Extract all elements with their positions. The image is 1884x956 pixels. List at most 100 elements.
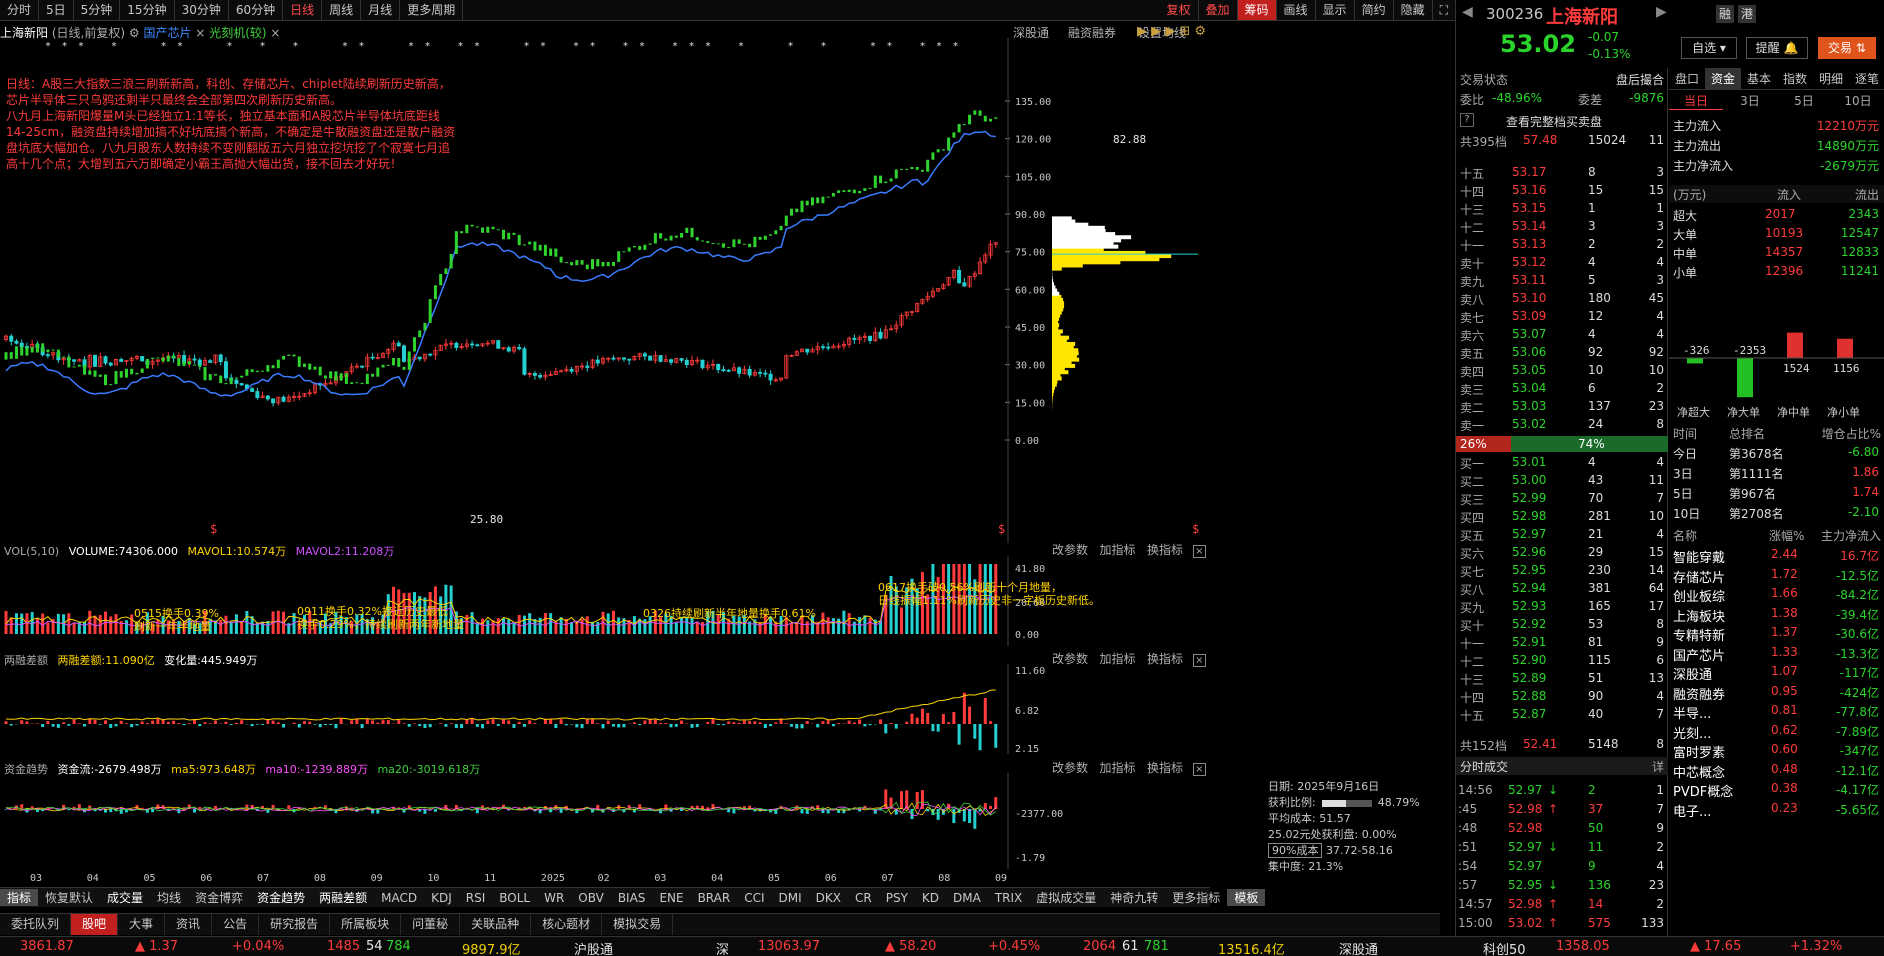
bid-row[interactable]: 十三 52.89 51 13	[1456, 670, 1668, 688]
ask-row[interactable]: 十二 53.14 3 3	[1456, 218, 1668, 236]
indicator-tab[interactable]: MACD	[374, 891, 424, 905]
period-fenshi[interactable]: 分时	[0, 0, 40, 20]
next-stock-icon[interactable]: ▶	[1656, 4, 1667, 20]
hgt-label[interactable]: 沪股通	[574, 939, 613, 956]
indicator-tab[interactable]: KD	[915, 891, 946, 905]
period-15min[interactable]: 15分钟	[120, 0, 175, 20]
full-book-link[interactable]: 查看完整档买卖盘	[1506, 113, 1602, 130]
cost-range-select[interactable]: 90%成本	[1268, 843, 1323, 858]
ask-row[interactable]: 十一 53.13 2 2	[1456, 236, 1668, 254]
period-weekly[interactable]: 周线	[322, 0, 362, 20]
prev-stock-icon[interactable]: ◀	[1462, 4, 1473, 20]
indicator-tab[interactable]: 恢复默认	[38, 889, 100, 906]
bid-row[interactable]: 十五 52.87 40 7	[1456, 706, 1668, 724]
bottom-tab[interactable]: 委托队列	[0, 914, 72, 935]
fuquan-button[interactable]: 复权	[1159, 0, 1199, 20]
bid-row[interactable]: 十一 52.91 81 9	[1456, 634, 1668, 652]
period-5day[interactable]: 5日	[39, 0, 74, 20]
bid-row[interactable]: 十四 52.88 90 4	[1456, 688, 1668, 706]
period-30min[interactable]: 30分钟	[175, 0, 229, 20]
indicator-tab[interactable]: BRAR	[691, 891, 738, 905]
draw-button[interactable]: 画线	[1277, 0, 1316, 20]
bottom-tab[interactable]: 关联品种	[460, 914, 532, 935]
edit-params-link[interactable]: 改参数	[1052, 543, 1088, 557]
sector-row[interactable]: 电子... 0.23 -5.65亿	[1669, 800, 1884, 820]
fund-trend-panel[interactable]: -2377.00 -1.79	[0, 773, 1268, 869]
period-more[interactable]: 更多周期	[400, 0, 464, 20]
ask-row[interactable]: 卖十 53.12 4 4	[1456, 254, 1668, 272]
sector-row[interactable]: 上海板块 1.38 -39.4亿	[1669, 605, 1884, 625]
bottom-tab[interactable]: 核心题材	[531, 914, 603, 935]
sector-row[interactable]: 创业板综 1.66 -84.2亿	[1669, 585, 1884, 605]
bottom-tab[interactable]: 资讯	[165, 914, 213, 935]
fund-tab[interactable]: 逐笔	[1849, 68, 1884, 89]
ask-row[interactable]: 卖五 53.06 92 92	[1456, 344, 1668, 362]
add-indicator-link[interactable]: 加指标	[1099, 543, 1135, 557]
sector-row[interactable]: 专精特新 1.37 -30.6亿	[1669, 624, 1884, 644]
trade-button[interactable]: 交易 ⇅	[1818, 37, 1876, 59]
indicator-tab[interactable]: DMI	[772, 891, 809, 905]
bid-row[interactable]: 买九 52.93 165 17	[1456, 598, 1668, 616]
ask-row[interactable]: 卖三 53.04 6 2	[1456, 380, 1668, 398]
indicator-tab[interactable]: DMA	[946, 891, 988, 905]
bid-row[interactable]: 买五 52.97 21 4	[1456, 526, 1668, 544]
sector-row[interactable]: 智能穿戴 2.44 16.7亿	[1669, 546, 1884, 566]
indicator-tab[interactable]: BOLL	[492, 891, 537, 905]
indicator-tab[interactable]: KDJ	[424, 891, 459, 905]
ask-row[interactable]: 卖四 53.05 10 10	[1456, 362, 1668, 380]
bid-row[interactable]: 买十 52.92 53 8	[1456, 616, 1668, 634]
simple-button[interactable]: 简约	[1355, 0, 1394, 20]
indicator-tab[interactable]: 模板	[1227, 889, 1266, 906]
fund-tab[interactable]: 资金	[1705, 68, 1741, 89]
expand-icon[interactable]: ⛶	[1433, 0, 1455, 20]
ask-row[interactable]: 卖六 53.07 4 4	[1456, 326, 1668, 344]
fund-period-tab[interactable]: 10日	[1831, 92, 1884, 110]
indicator-tab[interactable]: PSY	[879, 891, 915, 905]
sgt-label[interactable]: 深股通	[1339, 939, 1378, 956]
ask-row[interactable]: 十四 53.16 15 15	[1456, 182, 1668, 200]
indicator-tab[interactable]: CR	[848, 891, 879, 905]
chart-tool-icons[interactable]: ▶ ▶ ▶ ⊞ ⚙	[1137, 24, 1206, 39]
bottom-tab[interactable]: 大事	[118, 914, 166, 935]
sector-row[interactable]: 融资融券 0.95 -424亿	[1669, 683, 1884, 703]
sector-row[interactable]: 富时罗素 0.60 -347亿	[1669, 741, 1884, 761]
bid-row[interactable]: 买六 52.96 29 15	[1456, 544, 1668, 562]
remind-button[interactable]: 提醒 🔔	[1746, 37, 1808, 59]
chips-button[interactable]: 筹码	[1237, 0, 1277, 20]
bid-row[interactable]: 买三 52.99 70 7	[1456, 490, 1668, 508]
indicator-tab[interactable]: 成交量	[100, 889, 150, 906]
period-5min[interactable]: 5分钟	[74, 0, 121, 20]
sector-row[interactable]: 半导... 0.81 -77.8亿	[1669, 702, 1884, 722]
fund-tab[interactable]: 基本	[1741, 68, 1777, 89]
indicator-tab[interactable]: RSI	[459, 891, 493, 905]
fund-period-tab[interactable]: 3日	[1723, 92, 1777, 110]
bottom-tab[interactable]: 问董秘	[401, 914, 461, 935]
ask-row[interactable]: 卖二 53.03 137 23	[1456, 398, 1668, 416]
sector-row[interactable]: 存储芯片 1.72 -12.5亿	[1669, 566, 1884, 586]
indicator-tab[interactable]: DKX	[809, 891, 848, 905]
indicator-tab[interactable]: 两融差额	[312, 889, 374, 906]
indicator-tab[interactable]: 均线	[150, 889, 188, 906]
fund-tab[interactable]: 盘口	[1669, 68, 1705, 89]
indicator-tab[interactable]: 资金博弈	[188, 889, 250, 906]
fund-tab[interactable]: 指数	[1777, 68, 1813, 89]
indicator-tab[interactable]: 更多指标	[1165, 889, 1227, 906]
ask-row[interactable]: 卖七 53.09 12 4	[1456, 308, 1668, 326]
bottom-tab[interactable]: 模拟交易	[602, 914, 674, 935]
sector-row[interactable]: 中芯概念 0.48 -12.1亿	[1669, 761, 1884, 781]
switch-indicator-link[interactable]: 换指标	[1147, 543, 1183, 557]
ask-row[interactable]: 卖八 53.10 180 45	[1456, 290, 1668, 308]
sector-row[interactable]: 光刻... 0.62 -7.89亿	[1669, 722, 1884, 742]
indicator-tab[interactable]: TRIX	[988, 891, 1029, 905]
watchlist-button[interactable]: 自选 ▾	[1681, 37, 1737, 59]
bottom-tab[interactable]: 研究报告	[259, 914, 331, 935]
indicator-tab[interactable]: 虚拟成交量	[1029, 889, 1103, 906]
bid-row[interactable]: 买二 53.00 43 11	[1456, 472, 1668, 490]
indicator-tab[interactable]: 神奇九转	[1103, 889, 1165, 906]
bottom-tab[interactable]: 股吧	[71, 914, 119, 935]
bid-row[interactable]: 买七 52.95 230 14	[1456, 562, 1668, 580]
ask-row[interactable]: 十三 53.15 1 1	[1456, 200, 1668, 218]
bid-row[interactable]: 买一 53.01 4 4	[1456, 454, 1668, 472]
bid-row[interactable]: 买八 52.94 381 64	[1456, 580, 1668, 598]
fund-period-tab[interactable]: 当日	[1669, 92, 1723, 110]
